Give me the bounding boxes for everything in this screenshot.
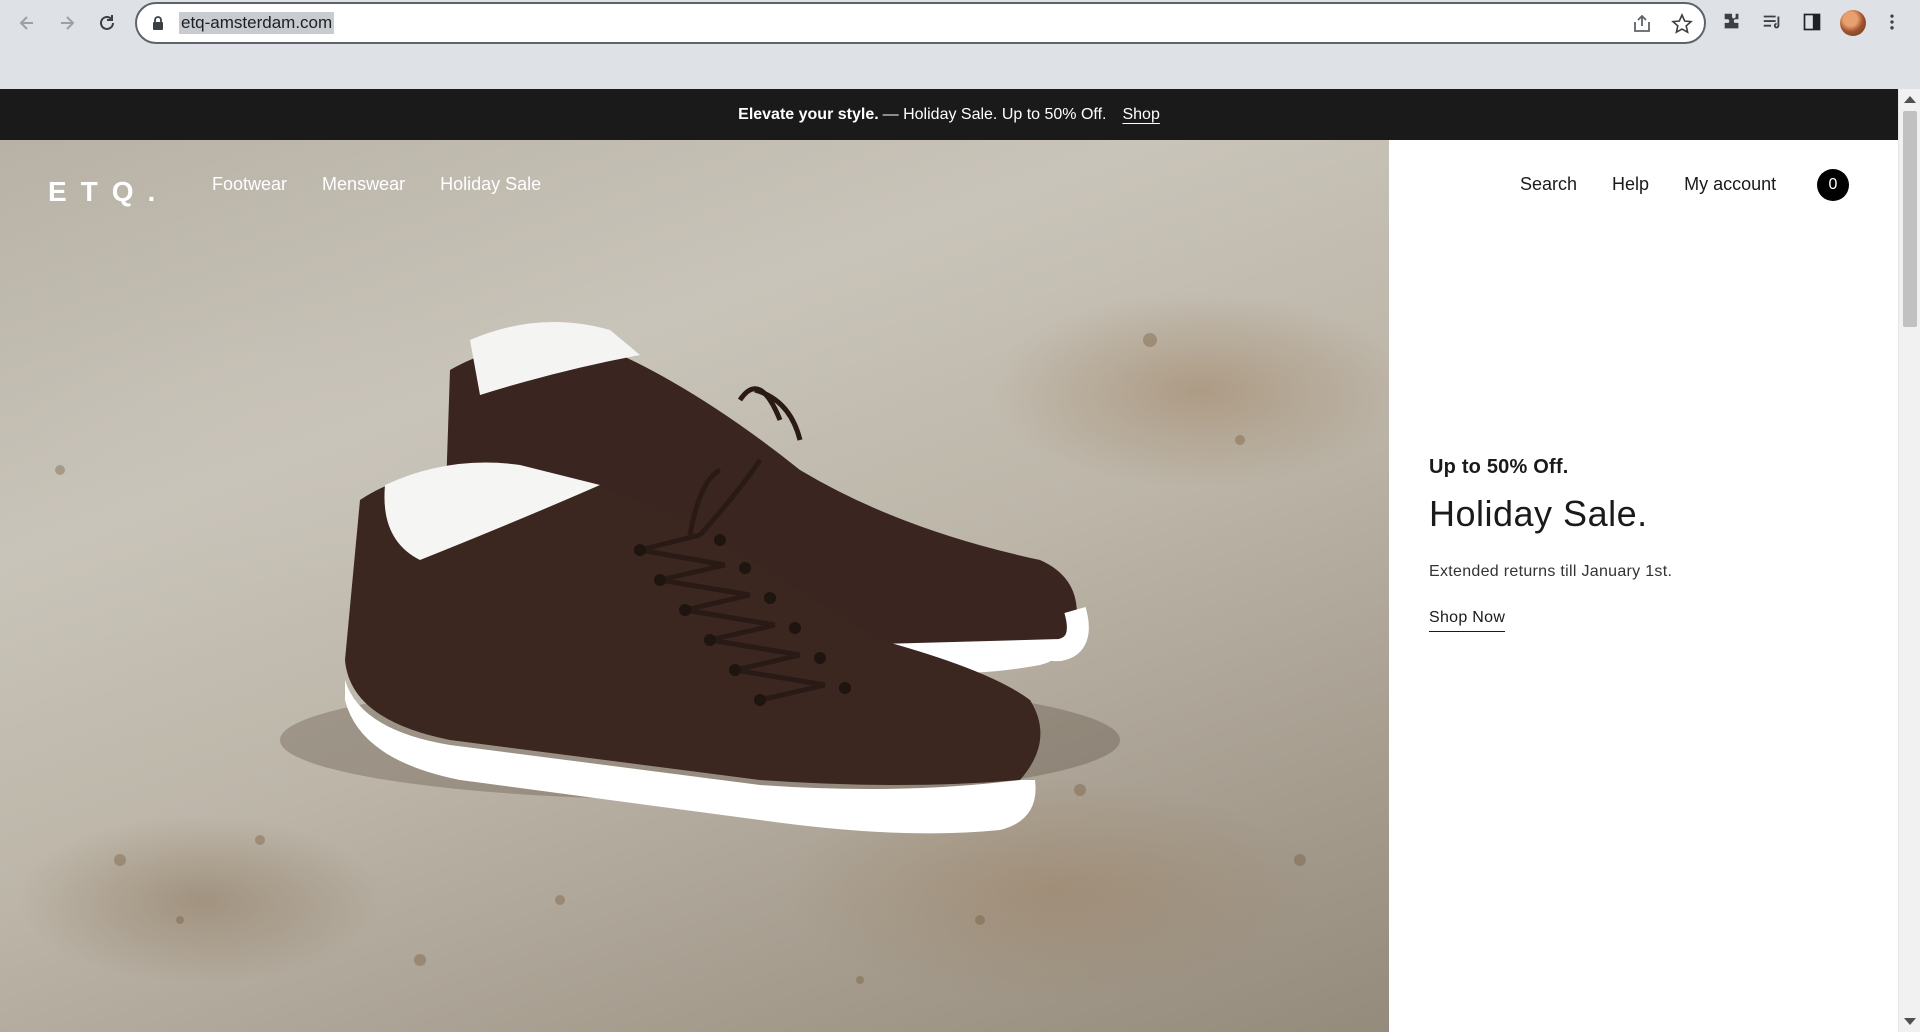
- promo-shop-link[interactable]: Shop: [1122, 106, 1159, 124]
- share-icon[interactable]: [1631, 13, 1653, 35]
- forward-button[interactable]: [53, 9, 81, 37]
- cart-count-badge[interactable]: 0: [1817, 169, 1849, 201]
- hero-text-panel: Up to 50% Off. Holiday Sale. Extended re…: [1389, 140, 1898, 1032]
- sneakers-illustration: [55, 322, 1306, 984]
- media-button[interactable]: [1760, 10, 1784, 34]
- puzzle-icon: [1724, 13, 1739, 29]
- forward-arrow-icon: [61, 16, 75, 30]
- nav-my-account[interactable]: My account: [1684, 174, 1776, 195]
- reload-icon: [100, 15, 114, 30]
- nav-search[interactable]: Search: [1520, 174, 1577, 195]
- main-nav: Footwear Menswear Holiday Sale: [212, 174, 541, 195]
- site-header: ETQ. Footwear Menswear Holiday Sale Sear…: [0, 140, 1898, 230]
- hero-title: Holiday Sale.: [1429, 493, 1648, 534]
- promo-bold: Elevate your style.: [738, 105, 879, 123]
- nav-holiday-sale[interactable]: Holiday Sale: [440, 174, 541, 195]
- kebab-menu-icon: [1890, 14, 1894, 30]
- extensions-button[interactable]: [1720, 10, 1744, 34]
- side-panel-button[interactable]: [1800, 10, 1824, 34]
- media-icon: [1763, 15, 1780, 29]
- hero-body: Extended returns till January 1st.: [1429, 563, 1673, 580]
- nav-menswear[interactable]: Menswear: [322, 174, 405, 195]
- nav-footwear[interactable]: Footwear: [212, 174, 287, 195]
- page-scrollbar[interactable]: [1898, 89, 1920, 1032]
- scroll-thumb[interactable]: [1903, 111, 1917, 327]
- menu-button[interactable]: [1880, 10, 1904, 34]
- address-bar[interactable]: etq-amsterdam.com: [135, 2, 1706, 44]
- promo-text: — Holiday Sale. Up to 50% Off.: [882, 105, 1107, 123]
- nav-help[interactable]: Help: [1612, 174, 1649, 195]
- star-icon[interactable]: [1671, 13, 1693, 35]
- lock-icon[interactable]: [151, 15, 165, 31]
- side-panel-icon: [1803, 13, 1821, 31]
- web-page: Elevate your style. — Holiday Sale. Up t…: [0, 89, 1898, 1032]
- avatar[interactable]: [1840, 10, 1866, 36]
- browser-toolbar: etq-amsterdam.com: [0, 0, 1920, 89]
- utility-nav: Search Help My account: [1520, 174, 1776, 195]
- promo-bar: Elevate your style. — Holiday Sale. Up t…: [0, 89, 1898, 140]
- back-arrow-icon: [19, 16, 33, 30]
- scroll-up-icon[interactable]: [1904, 96, 1916, 103]
- back-button[interactable]: [13, 9, 41, 37]
- etq-logo[interactable]: ETQ.: [48, 176, 169, 208]
- url-text[interactable]: etq-amsterdam.com: [179, 12, 335, 34]
- scroll-down-icon[interactable]: [1904, 1018, 1916, 1025]
- reload-button[interactable]: [93, 9, 121, 37]
- shop-now-link[interactable]: Shop Now: [1429, 609, 1506, 632]
- hero-kicker: Up to 50% Off.: [1429, 456, 1569, 478]
- hero-image: [0, 140, 1389, 1032]
